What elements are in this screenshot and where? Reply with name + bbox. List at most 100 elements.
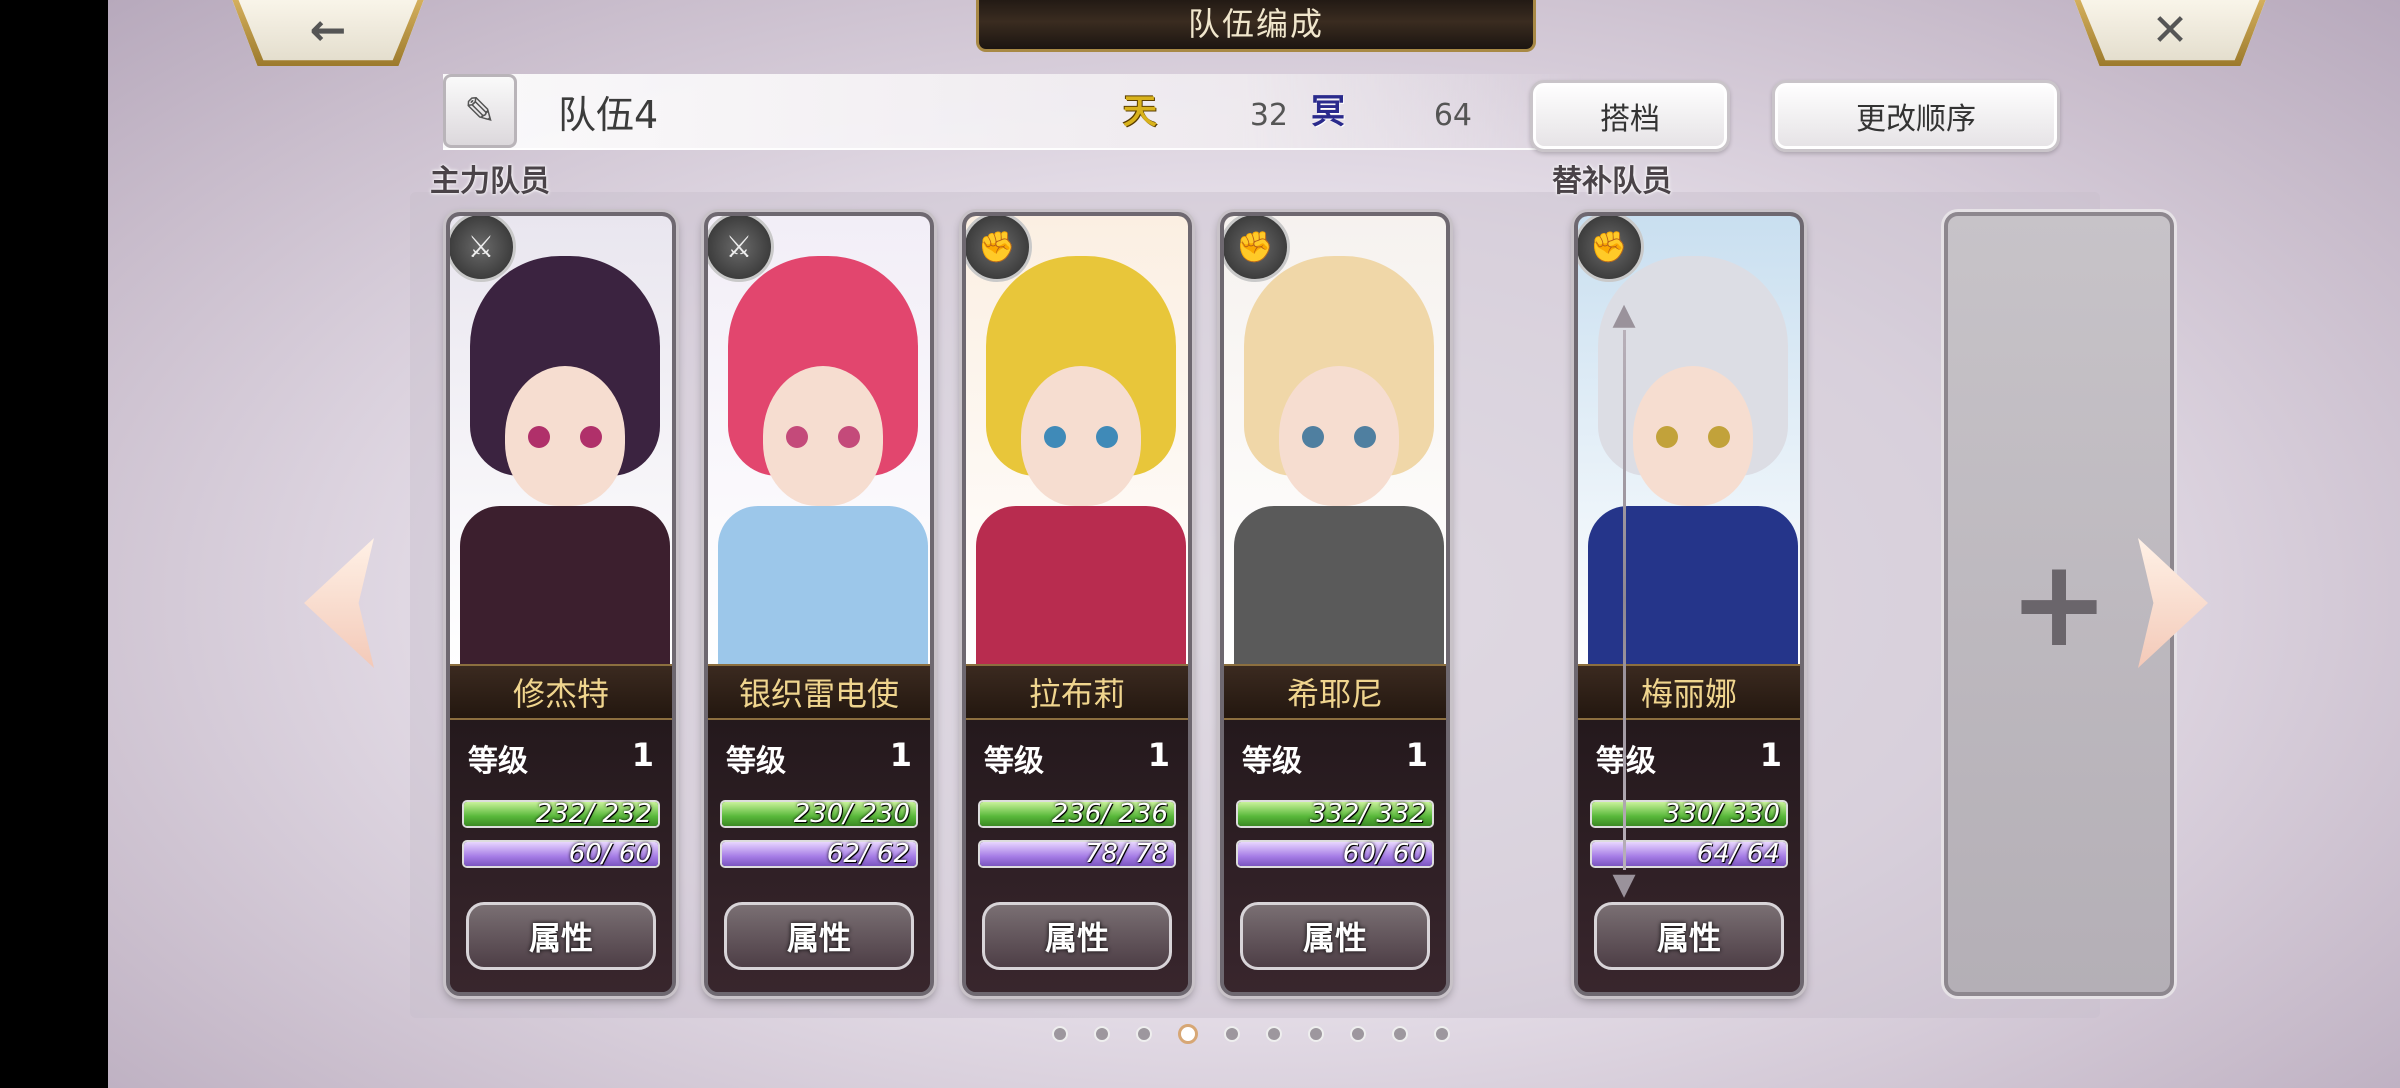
character-portrait xyxy=(450,216,672,676)
main-member-card[interactable]: ⚔ 修杰特 等级 1 232/ 232 60/ 60 属性 xyxy=(446,212,676,996)
class-icon: ✊ xyxy=(966,216,1032,282)
class-icon: ⚔ xyxy=(708,216,774,282)
portrait-eye-right xyxy=(838,426,860,448)
mp-bar: 60/ 60 xyxy=(1236,839,1434,869)
level-label: 等级 xyxy=(1242,744,1302,779)
character-stats: 等级 1 230/ 230 62/ 62 属性 xyxy=(708,720,930,992)
previous-team-arrow[interactable] xyxy=(304,538,374,668)
hp-bar: 236/ 236 xyxy=(978,799,1176,829)
page-dot[interactable] xyxy=(1136,1026,1152,1042)
close-button[interactable]: ✕ xyxy=(2072,0,2268,66)
hp-text: 236/ 236 xyxy=(1051,799,1168,829)
attributes-button[interactable]: 属性 xyxy=(982,902,1172,970)
close-icon: ✕ xyxy=(2151,4,2189,56)
mp-text: 78/ 78 xyxy=(1084,839,1168,869)
page-indicator xyxy=(1052,1024,1450,1044)
page-dot[interactable] xyxy=(1094,1026,1110,1042)
page-dot[interactable] xyxy=(1392,1026,1408,1042)
level-value: 1 xyxy=(889,736,912,774)
substitute-members-label: 替补队员 xyxy=(1552,164,1672,199)
plus-icon: + xyxy=(2008,534,2110,674)
page-dot[interactable] xyxy=(1224,1026,1240,1042)
level-label: 等级 xyxy=(726,744,786,779)
page-dot[interactable] xyxy=(1350,1026,1366,1042)
portrait-face xyxy=(1633,366,1753,506)
mp-text: 60/ 60 xyxy=(1342,839,1426,869)
attributes-button[interactable]: 属性 xyxy=(1594,902,1784,970)
level-value: 1 xyxy=(1759,736,1782,774)
character-portrait xyxy=(1224,216,1446,676)
portrait-eye-left xyxy=(1044,426,1066,448)
main-sub-separator: ▲ ▼ xyxy=(1612,300,1635,900)
hell-icon: 冥 xyxy=(1311,92,1345,132)
level-label: 等级 xyxy=(984,744,1044,779)
hp-text: 330/ 330 xyxy=(1663,799,1780,829)
level-value: 1 xyxy=(1147,736,1170,774)
add-member-slot[interactable]: + xyxy=(1944,212,2174,996)
portrait-outfit xyxy=(718,506,928,676)
page-dot[interactable] xyxy=(1052,1026,1068,1042)
portrait-eye-left xyxy=(1656,426,1678,448)
character-name: 银织雷电使 xyxy=(708,664,930,720)
main-member-card[interactable]: ⚔ 银织雷电使 等级 1 230/ 230 62/ 62 属性 xyxy=(704,212,934,996)
portrait-eye-left xyxy=(528,426,550,448)
portrait-eye-right xyxy=(580,426,602,448)
class-icon: ⚔ xyxy=(450,216,516,282)
hp-text: 232/ 232 xyxy=(535,799,652,829)
character-name: 修杰特 xyxy=(450,664,672,720)
class-icon: ✊ xyxy=(1224,216,1290,282)
portrait-face xyxy=(763,366,883,506)
sky-icon: 天 xyxy=(1123,92,1157,132)
screen-title: 队伍编成 xyxy=(976,0,1536,52)
edit-team-name-button[interactable]: ✎ xyxy=(443,74,517,148)
sky-value: 32 xyxy=(1249,98,1288,133)
portrait-eye-right xyxy=(1096,426,1118,448)
portrait-eye-right xyxy=(1354,426,1376,448)
main-members-label: 主力队员 xyxy=(430,164,550,199)
mp-text: 62/ 62 xyxy=(826,839,910,869)
portrait-outfit xyxy=(976,506,1186,676)
attributes-button[interactable]: 属性 xyxy=(466,902,656,970)
level-label: 等级 xyxy=(468,744,528,779)
attributes-button[interactable]: 属性 xyxy=(1240,902,1430,970)
attributes-button[interactable]: 属性 xyxy=(724,902,914,970)
character-stats: 等级 1 330/ 330 64/ 64 属性 xyxy=(1578,720,1800,992)
mp-bar: 62/ 62 xyxy=(720,839,918,869)
page-dot[interactable] xyxy=(1434,1026,1450,1042)
character-name: 梅丽娜 xyxy=(1578,664,1800,720)
hp-text: 230/ 230 xyxy=(793,799,910,829)
page-dot[interactable] xyxy=(1308,1026,1324,1042)
portrait-outfit xyxy=(460,506,670,676)
page-dot-active[interactable] xyxy=(1178,1024,1198,1044)
substitute-member-card[interactable]: ✊ 梅丽娜 等级 1 330/ 330 64/ 64 属性 xyxy=(1574,212,1804,996)
portrait-eye-left xyxy=(786,426,808,448)
hp-bar: 230/ 230 xyxy=(720,799,918,829)
team-name: 队伍4 xyxy=(558,93,659,137)
character-name: 希耶尼 xyxy=(1224,664,1446,720)
separator-top-tip: ▲ xyxy=(1612,297,1636,332)
back-button[interactable]: ← xyxy=(230,0,426,66)
level-value: 1 xyxy=(1405,736,1428,774)
main-member-card[interactable]: ✊ 希耶尼 等级 1 332/ 332 60/ 60 属性 xyxy=(1220,212,1450,996)
portrait-outfit xyxy=(1234,506,1444,676)
page-dot[interactable] xyxy=(1266,1026,1282,1042)
mp-bar: 78/ 78 xyxy=(978,839,1176,869)
character-name: 拉布莉 xyxy=(966,664,1188,720)
mp-bar: 60/ 60 xyxy=(462,839,660,869)
partner-button[interactable]: 搭档 xyxy=(1530,80,1730,152)
main-member-card[interactable]: ✊ 拉布莉 等级 1 236/ 236 78/ 78 属性 xyxy=(962,212,1192,996)
quill-icon: ✎ xyxy=(464,89,496,133)
portrait-face xyxy=(1021,366,1141,506)
separator-bottom-tip: ▼ xyxy=(1612,867,1636,902)
class-icon: ✊ xyxy=(1578,216,1644,282)
portrait-eye-left xyxy=(1302,426,1324,448)
hp-text: 332/ 332 xyxy=(1309,799,1426,829)
character-stats: 等级 1 232/ 232 60/ 60 属性 xyxy=(450,720,672,992)
level-value: 1 xyxy=(631,736,654,774)
change-order-button[interactable]: 更改顺序 xyxy=(1772,80,2060,152)
character-portrait xyxy=(1578,216,1800,676)
game-screen: ← 队伍编成 ✕ ✎ 队伍4 天 32 冥 64 搭档 更改顺序 主力队员 替补… xyxy=(108,0,2400,1088)
separator-line xyxy=(1622,330,1626,870)
back-arrow-icon: ← xyxy=(309,4,347,56)
portrait-eye-right xyxy=(1708,426,1730,448)
